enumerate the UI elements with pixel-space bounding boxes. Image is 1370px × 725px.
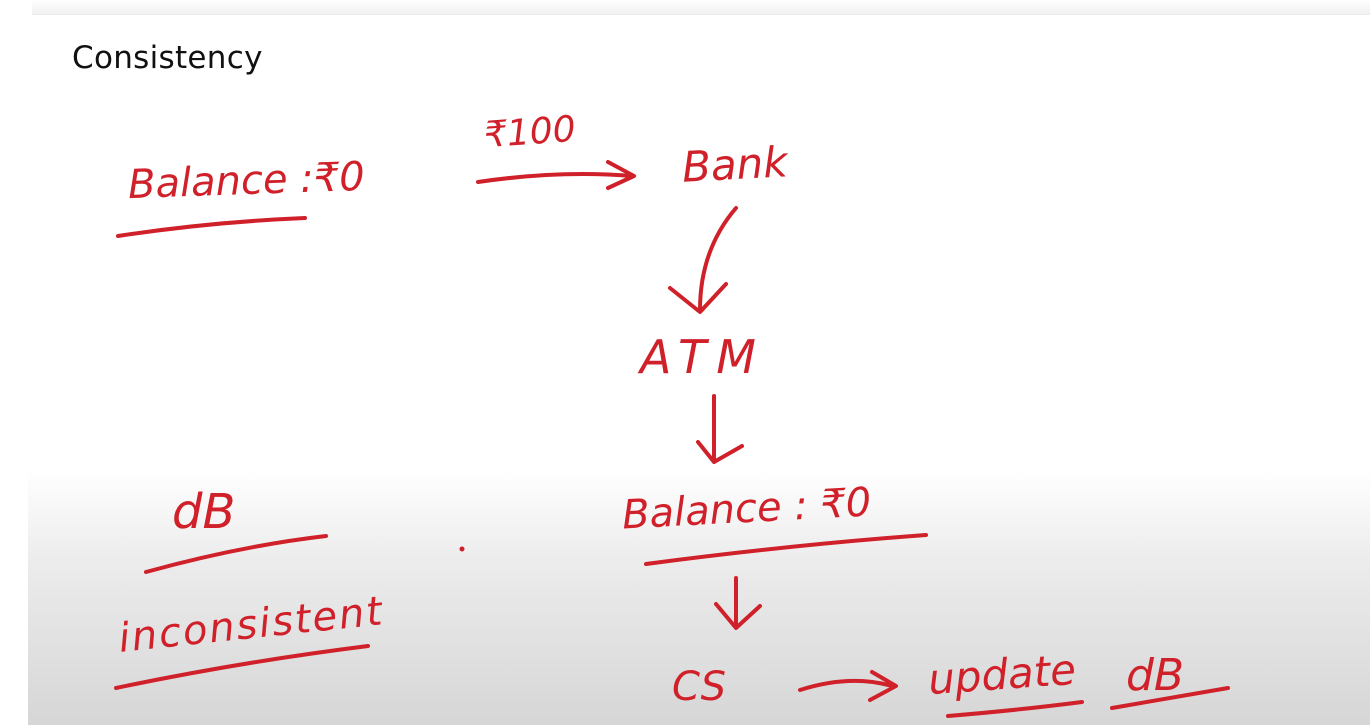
- db-underline: [144, 534, 328, 574]
- update-underline: [946, 700, 1084, 718]
- arrow-to-bank: [476, 172, 634, 184]
- bank-node: Bank: [680, 137, 789, 192]
- update-label: update: [926, 644, 1078, 705]
- arrow-cs-to-update-head: [868, 670, 898, 702]
- ink-dot: [459, 546, 465, 552]
- balance-label: Balance :₹0: [127, 153, 366, 209]
- db-right-label: dB: [1126, 650, 1185, 701]
- arrow-cs-to-update: [798, 678, 894, 692]
- amount-label: ₹100: [482, 108, 577, 157]
- balance-after-underline: [644, 533, 928, 566]
- balance-underline: [116, 216, 307, 238]
- arrow-bank-to-atm-head: [668, 282, 728, 314]
- arrow-atm-to-balance-head: [696, 440, 744, 464]
- db-left-label: dB: [172, 484, 236, 540]
- cs-node: CS: [672, 664, 727, 710]
- atm-node: ATM: [640, 330, 766, 384]
